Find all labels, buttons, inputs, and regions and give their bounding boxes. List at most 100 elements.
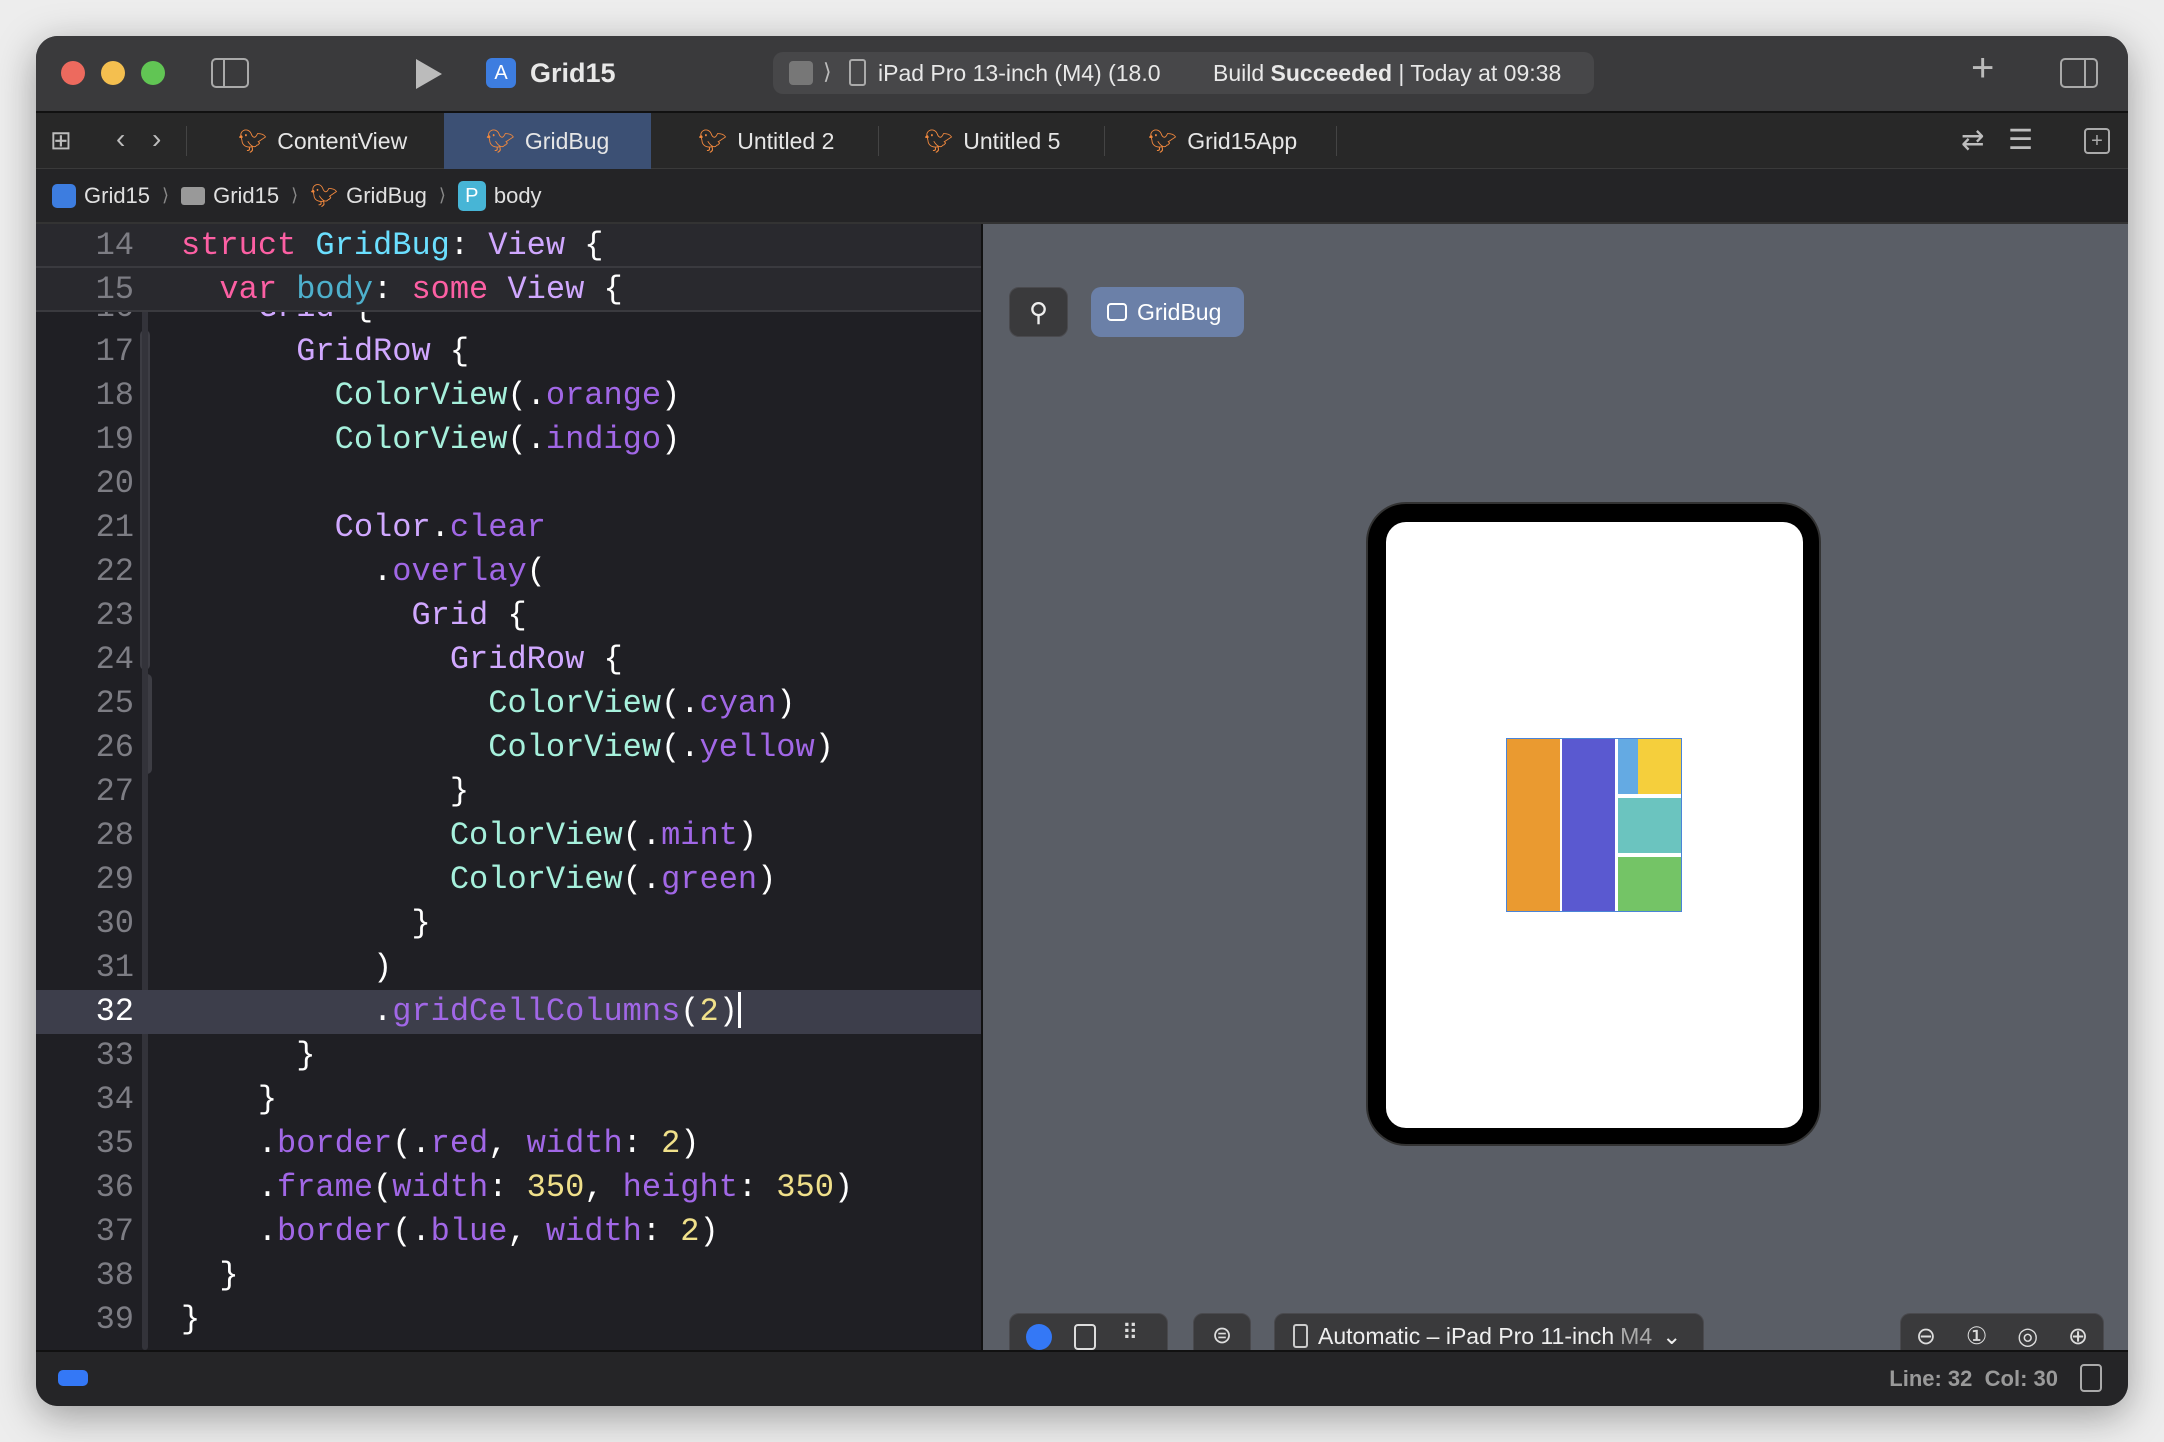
code-token: { [584,641,623,678]
line-number: Line: 32 [1889,1366,1973,1391]
code-line[interactable]: 17 GridRow { [36,330,981,374]
code-token: 2 [680,1213,700,1250]
pin-icon[interactable]: ⚲ [1009,287,1068,337]
code-token: width [545,1213,642,1250]
code-token: frame [277,1169,374,1206]
code-line[interactable]: 37 .border(.blue, width: 2) [36,1210,981,1254]
tab-contentview[interactable]: 🐦︎ ContentView [226,113,419,169]
code-line[interactable]: 18 ColorView(.orange) [36,374,981,418]
code-line[interactable]: 36 .frame(width: 350, height: 350) [36,1166,981,1210]
line-number: 28 [95,817,134,854]
code-line[interactable]: 15 var body: some View { [36,268,981,312]
code-line[interactable]: 21 Color.clear [36,506,981,550]
line-number: 27 [95,773,134,810]
swift-icon: 🐦︎ [310,182,339,208]
code-line[interactable]: 22 .overlay( [36,550,981,594]
code-line[interactable]: 24 GridRow { [36,638,981,682]
tab-untitled-2[interactable]: 🐦︎ Untitled 2 [686,113,846,169]
activity-pill[interactable]: ⟩ iPad Pro 13-inch (M4) (18.0 Build Succ… [773,52,1594,94]
code-line[interactable]: 28 ColorView(.mint) [36,814,981,858]
code-line[interactable]: 32 .gridCellColumns(2) [36,990,981,1034]
tab-gridbug[interactable]: 🐦︎ GridBug [444,113,651,169]
code-line[interactable]: 26 ColorView(.yellow) [36,726,981,770]
forward-icon[interactable]: › [152,123,161,155]
panel-toggle-icon[interactable] [2080,1364,2102,1392]
divider [1336,126,1337,156]
breadcrumb: Grid15 ⟩ Grid15 ⟩ 🐦︎ GridBug ⟩ P body [36,169,2128,224]
code-token: (. [622,861,662,898]
zoom-button[interactable] [141,61,165,85]
breadcrumb-item[interactable]: GridBug [346,183,427,209]
code-token: ( [526,553,546,590]
code-text: } [181,1034,315,1078]
code-token: : [449,227,489,264]
code-token: ( [680,993,700,1030]
tab-untitled-5[interactable]: 🐦︎ Untitled 5 [912,113,1072,169]
zoom-in-icon[interactable]: ⊕ [2068,1322,2088,1351]
scheme-icon[interactable] [789,61,813,85]
code-line[interactable]: 38 } [36,1254,981,1298]
code-text: .frame(width: 350, height: 350) [181,1166,853,1210]
zoom-actual-icon[interactable]: ① [1966,1322,1988,1351]
code-token: struct [181,227,297,264]
code-line[interactable]: 35 .border(.red, width: 2) [36,1122,981,1166]
breadcrumb-item[interactable]: Grid15 [84,183,150,209]
code-line[interactable]: 20 [36,462,981,506]
code-line[interactable]: 34 } [36,1078,981,1122]
code-line[interactable]: 19 ColorView(.indigo) [36,418,981,462]
breadcrumb-item[interactable]: body [494,183,542,209]
code-line[interactable]: 29 ColorView(.green) [36,858,981,902]
inspector-toggle-icon[interactable] [2060,58,2098,88]
zoom-out-icon[interactable]: ⊖ [1916,1322,1936,1351]
code-token: . [181,993,393,1030]
close-button[interactable] [61,61,85,85]
run-destination[interactable]: iPad Pro 13-inch (M4) (18.0 [878,60,1161,87]
ipad-device-frame [1366,502,1821,1146]
code-text: GridRow { [181,638,623,682]
zoom-fit-icon[interactable]: ◎ [2017,1322,2038,1351]
live-preview-icon[interactable] [1026,1324,1052,1350]
canvas-preview: ⚲ GridBug ⠿ ⊜ Automatic – iPad Pro 11-in… [981,224,2128,1359]
device-suffix: M4 [1620,1322,1653,1349]
code-editor[interactable]: 14 struct GridBug: View {15 var body: som… [36,224,981,1350]
code-token: { [488,597,527,634]
code-line[interactable]: 23 Grid { [36,594,981,638]
code-token: ( [373,1169,393,1206]
preview-selector[interactable]: GridBug [1091,287,1244,337]
back-icon[interactable]: ‹ [116,123,125,155]
code-text: } [181,770,469,814]
add-icon[interactable]: + [1971,46,1994,91]
code-line[interactable]: 39} [36,1298,981,1342]
code-token: 350 [776,1169,834,1206]
breadcrumb-item[interactable]: Grid15 [213,183,279,209]
debug-area-toggle-icon[interactable] [58,1370,88,1386]
code-text: } [181,1254,238,1298]
code-text: struct GridBug: View { [181,224,603,268]
run-icon[interactable] [416,59,442,89]
editor-options-icon[interactable]: ☰ [2008,123,2033,156]
code-token: height [622,1169,738,1206]
code-token: ) [661,421,681,458]
line-number: 29 [95,861,134,898]
line-number: 14 [95,227,134,264]
grid-icon[interactable]: ⊞ [50,125,72,156]
code-line[interactable]: 33 } [36,1034,981,1078]
sidebar-toggle-icon[interactable] [211,58,249,88]
status-bar: Line: 32 Col: 30 [36,1350,2128,1406]
code-token: } [181,1301,201,1338]
code-line[interactable]: 25 ColorView(.cyan) [36,682,981,726]
code-line[interactable]: 27 } [36,770,981,814]
code-text: } [181,1078,277,1122]
code-line[interactable]: 14 struct GridBug: View { [36,224,981,268]
variants-icon[interactable]: ⠿ [1122,1320,1138,1346]
code-line[interactable]: 31 ) [36,946,981,990]
add-editor-icon[interactable]: + [2084,128,2110,154]
code-line[interactable]: 30 } [36,902,981,946]
selectable-mode-icon[interactable] [1074,1324,1096,1350]
minimize-button[interactable] [101,61,125,85]
swap-icon[interactable]: ⇄ [1961,123,1984,156]
tab-grid15app[interactable]: 🐦︎ Grid15App [1136,113,1309,169]
